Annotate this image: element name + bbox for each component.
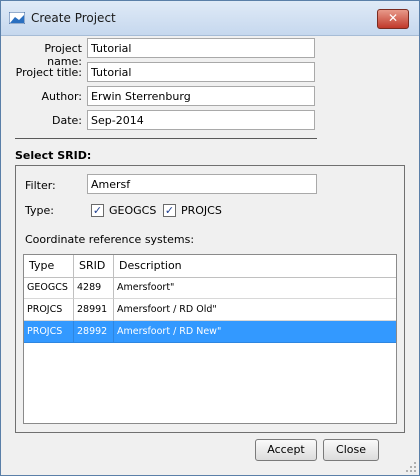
table-row[interactable]: PROJCS 28991 Amersfoort / RD Old" [24,299,396,321]
column-header-description[interactable]: Description [114,255,396,277]
select-srid-heading: Select SRID: [15,149,92,162]
project-title-label: Project title: [15,66,82,79]
cell-description: Amersfoort / RD New" [114,321,396,343]
author-input[interactable] [87,86,315,106]
filter-input[interactable] [87,174,317,194]
column-header-type[interactable]: Type [24,255,74,277]
cell-type: PROJCS [24,321,74,343]
cell-description: Amersfoort / RD Old" [114,299,396,321]
filter-label: Filter: [25,179,56,192]
table-row[interactable]: GEOGCS 4289 Amersfoort" [24,277,396,299]
projcs-checkbox[interactable]: ✓ [163,204,176,217]
project-title-input[interactable] [87,62,315,82]
date-label: Date: [52,114,82,127]
cell-srid: 28992 [74,321,114,343]
create-project-dialog: Create Project ✕ Project name: Project t… [0,0,420,476]
accept-button[interactable]: Accept [255,439,317,461]
cell-type: GEOGCS [24,277,74,299]
app-icon [9,12,25,24]
projcs-label: PROJCS [181,204,222,217]
cell-type: PROJCS [24,299,74,321]
author-label: Author: [41,90,82,103]
project-name-label: Project name: [44,42,82,68]
geogcs-label: GEOGCS [109,204,157,217]
divider [15,138,317,139]
project-name-input[interactable] [87,38,315,58]
close-button[interactable]: Close [323,439,379,461]
crs-label: Coordinate reference systems: [25,233,195,246]
table-header: Type SRID Description [24,255,396,278]
cell-srid: 4289 [74,277,114,299]
resize-grip-icon[interactable] [405,461,417,473]
cell-srid: 28991 [74,299,114,321]
table-row-selected[interactable]: PROJCS 28992 Amersfoort / RD New" [24,321,396,343]
type-label: Type: [25,204,54,217]
cell-description: Amersfoort" [114,277,396,299]
geogcs-checkbox[interactable]: ✓ [91,204,104,217]
window-title: Create Project [31,11,116,25]
date-input[interactable] [87,110,315,130]
title-bar[interactable]: Create Project ✕ [1,1,419,36]
crs-table[interactable]: Type SRID Description GEOGCS 4289 Amersf… [23,254,397,424]
close-icon[interactable]: ✕ [377,9,409,29]
column-header-srid[interactable]: SRID [74,255,114,277]
